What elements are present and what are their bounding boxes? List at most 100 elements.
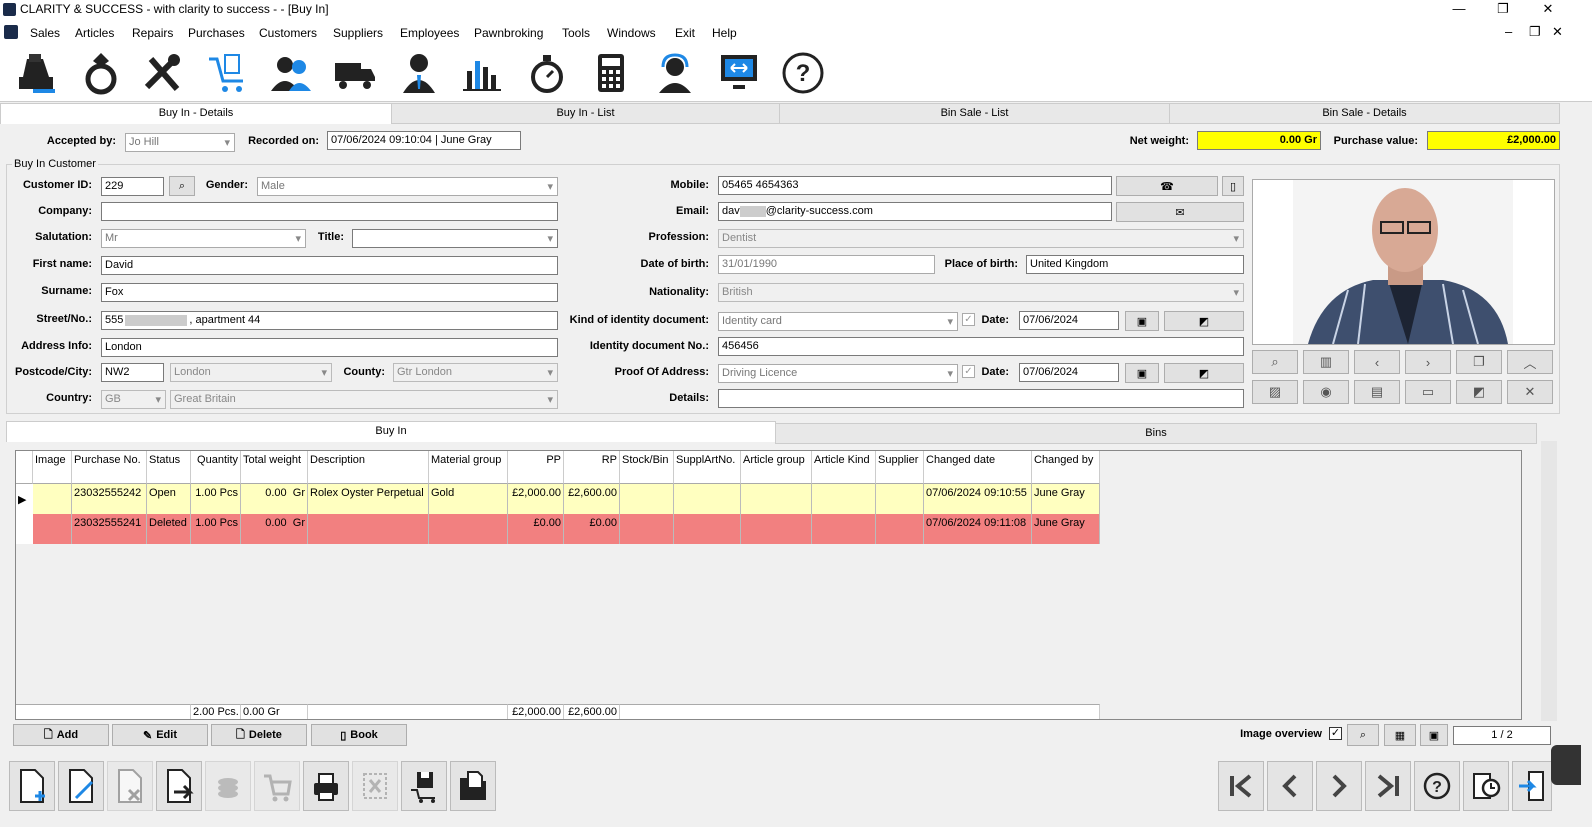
cart-icon[interactable] (254, 761, 300, 811)
zoom-icon[interactable]: ⌕ (1252, 350, 1298, 374)
binoculars-icon[interactable]: ⌕ (1347, 724, 1379, 746)
cancel-selection-icon[interactable] (352, 761, 398, 811)
col-status[interactable]: Status (147, 451, 191, 484)
edit-document-icon[interactable] (58, 761, 104, 811)
col-changed-date[interactable]: Changed date (924, 451, 1032, 484)
print-icon[interactable] (303, 761, 349, 811)
new-document-icon[interactable] (9, 761, 55, 811)
id-image-icon[interactable]: ◩ (1164, 311, 1244, 331)
email-field[interactable]: dav @clarity-success.com (718, 202, 1112, 221)
dob-field[interactable]: 31/01/1990 (718, 255, 935, 274)
copy-icon[interactable]: ❐ (1456, 350, 1502, 374)
repair-tools-icon[interactable] (140, 50, 186, 96)
country-select[interactable]: Great Britain (170, 390, 558, 409)
calendar-grid-icon[interactable]: ▦ (1384, 724, 1416, 746)
phone-call-icon[interactable]: ☎ (1116, 176, 1218, 196)
help-icon[interactable]: ? (780, 50, 826, 96)
vertical-scrollbar[interactable] (1541, 441, 1557, 721)
surname-field[interactable]: Fox (101, 283, 558, 302)
delivery-truck-icon[interactable] (332, 50, 378, 96)
remote-screen-icon[interactable] (716, 50, 762, 96)
photo-camera-icon[interactable]: ◉ (1303, 380, 1349, 404)
menu-purchases[interactable]: Purchases (188, 26, 245, 40)
collapse-up-icon[interactable]: ︿ (1507, 350, 1553, 374)
exit-door-icon[interactable] (1512, 761, 1552, 811)
col-quantity[interactable]: Quantity (191, 451, 241, 484)
tab-buy-in-list[interactable]: Buy In - List (391, 103, 780, 124)
side-panel-handle-icon[interactable] (1551, 745, 1581, 785)
proof-date-field[interactable]: 07/06/2024 (1019, 363, 1119, 382)
details-field[interactable] (718, 389, 1244, 408)
book-button[interactable]: ▯ Book (311, 724, 407, 746)
binoculars-search-icon[interactable]: ⌕ (169, 176, 195, 196)
col-changed-by[interactable]: Changed by (1032, 451, 1100, 484)
next-photo-icon[interactable]: › (1405, 350, 1451, 374)
open-folder-icon[interactable]: ▭ (1405, 380, 1451, 404)
col-total-weight[interactable]: Total weight (241, 451, 308, 484)
envelope-icon[interactable]: ✉ (1116, 202, 1244, 222)
close-icon[interactable]: ✕ (1533, 0, 1563, 20)
export-document-icon[interactable] (156, 761, 202, 811)
minimize-icon[interactable]: — (1444, 0, 1474, 20)
help-icon[interactable]: ? (1414, 761, 1460, 811)
save-cart-icon[interactable] (401, 761, 447, 811)
col-supplier[interactable]: Supplier (876, 451, 924, 484)
country-code-select[interactable]: GB (101, 390, 166, 409)
sales-register-icon[interactable] (12, 50, 58, 96)
col-purchase-no[interactable]: Purchase No. (72, 451, 147, 484)
salutation-select[interactable]: Mr (101, 229, 306, 248)
menu-employees[interactable]: Employees (400, 26, 459, 40)
col-article-group[interactable]: Article group (741, 451, 812, 484)
restore-icon[interactable]: ❐ (1488, 0, 1518, 20)
last-record-icon[interactable] (1365, 761, 1411, 811)
calculator-icon[interactable] (588, 50, 634, 96)
mobile-phone-icon[interactable]: ▯ (1222, 176, 1244, 196)
support-headset-icon[interactable] (652, 50, 698, 96)
menu-exit[interactable]: Exit (675, 26, 695, 40)
proof-image-icon[interactable]: ◩ (1164, 363, 1244, 383)
edit-button[interactable]: ✎ Edit (112, 724, 208, 746)
id-date-field[interactable]: 07/06/2024 (1019, 311, 1119, 330)
employee-icon[interactable] (396, 50, 442, 96)
first-record-icon[interactable] (1218, 761, 1264, 811)
statistics-chart-icon[interactable] (460, 50, 506, 96)
postcode-field[interactable]: NW2 (101, 363, 164, 382)
id-no-field[interactable]: 456456 (718, 337, 1244, 356)
gender-select[interactable]: Male (257, 177, 558, 196)
delete-button[interactable]: 🗋 Delete (211, 724, 307, 746)
table-row[interactable]: 23032555241 Deleted 1.00 Pcs 0.00 Gr £0.… (33, 514, 1100, 544)
mobile-field[interactable]: 05465 4654363 (718, 176, 1112, 195)
menu-tools[interactable]: Tools (562, 26, 590, 40)
next-record-icon[interactable] (1316, 761, 1362, 811)
tab-bins[interactable]: Bins (775, 423, 1537, 444)
proof-of-address-select[interactable]: Driving Licence (718, 364, 958, 383)
first-name-field[interactable]: David (101, 256, 558, 275)
customer-id-field[interactable]: 229 (101, 177, 164, 196)
paste-icon[interactable]: ▤ (1354, 380, 1400, 404)
nationality-select[interactable]: British (718, 283, 1244, 302)
tab-buy-in[interactable]: Buy In (6, 421, 776, 442)
id-date-checkbox[interactable]: ✓ (962, 313, 975, 326)
purchase-cart-icon[interactable] (204, 50, 250, 96)
scan-image-icon[interactable]: ◩ (1456, 380, 1502, 404)
proof-camera-icon[interactable]: ▣ (1125, 363, 1159, 383)
menu-articles[interactable]: Articles (75, 26, 114, 40)
remove-photo-icon[interactable]: ✕ (1507, 380, 1553, 404)
previous-photo-icon[interactable]: ‹ (1354, 350, 1400, 374)
col-article-kind[interactable]: Article Kind (812, 451, 876, 484)
menu-customers[interactable]: Customers (259, 26, 317, 40)
menu-sales[interactable]: Sales (30, 26, 60, 40)
city-select[interactable]: London (170, 363, 332, 382)
title-select[interactable] (352, 229, 558, 248)
ring-icon[interactable] (78, 50, 124, 96)
address-info-field[interactable]: London (101, 338, 558, 357)
tab-buy-in-details[interactable]: Buy In - Details (0, 103, 392, 124)
profession-select[interactable]: Dentist (718, 229, 1244, 248)
camera-icon[interactable]: ▣ (1125, 311, 1159, 331)
image-overview-checkbox[interactable]: ✓ (1329, 727, 1342, 740)
mdi-close-icon[interactable]: ✕ (1552, 24, 1563, 40)
save-disk-icon[interactable]: ▣ (1420, 724, 1448, 746)
col-material-group[interactable]: Material group (429, 451, 508, 484)
menu-windows[interactable]: Windows (607, 26, 656, 40)
barcode-icon[interactable]: ▥ (1303, 350, 1349, 374)
